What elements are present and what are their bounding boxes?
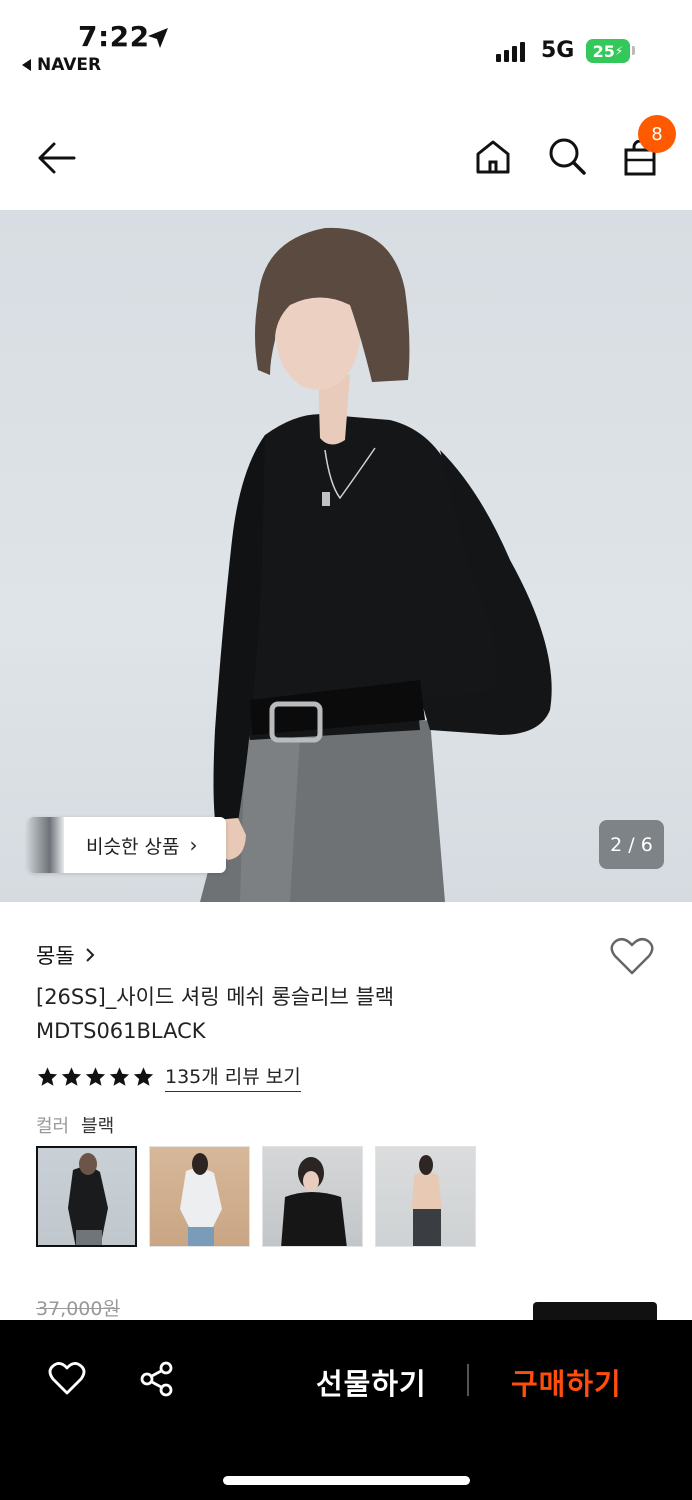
battery-tip: [632, 46, 635, 55]
star-icon: [37, 1067, 58, 1086]
color-value: 블랙: [81, 1116, 115, 1137]
status-bar: 7:22 NAVER 5G 25 ⚡: [0, 0, 692, 90]
star-icon: [109, 1067, 130, 1086]
heart-icon: [48, 1362, 86, 1395]
color-swatch-beige[interactable]: [375, 1146, 476, 1247]
image-page-counter: 2 / 6: [599, 820, 664, 869]
similar-thumbnail: [28, 817, 64, 873]
battery-icon: 25 ⚡: [586, 39, 630, 63]
chevron-right-icon: ›: [189, 833, 198, 857]
product-title: [26SS]_사이드 셔링 메쉬 롱슬리브 블랙 MDTS061BLACK: [36, 980, 596, 1048]
chevron-right-icon: [85, 948, 95, 962]
home-icon: [476, 140, 510, 174]
bottom-divider: [467, 1364, 469, 1396]
rating-row: 135개 리뷰 보기: [36, 1062, 301, 1092]
location-arrow-icon: [148, 28, 168, 48]
home-button[interactable]: [474, 138, 512, 176]
star-icon: [85, 1067, 106, 1086]
battery-level: 25: [592, 41, 615, 61]
status-time: 7:22: [78, 20, 150, 53]
original-price: 37,000원: [36, 1298, 120, 1320]
star-icon: [61, 1067, 82, 1086]
back-to-app-link[interactable]: NAVER: [22, 55, 101, 75]
signal-icon: [496, 42, 525, 62]
bottom-wishlist-button[interactable]: [48, 1360, 86, 1400]
home-indicator[interactable]: [223, 1476, 470, 1485]
similar-label: 비슷한 상품: [86, 835, 180, 858]
product-title-line1: [26SS]_사이드 셔링 메쉬 롱슬리브 블랙: [36, 985, 395, 1009]
share-icon: [140, 1361, 173, 1397]
top-nav: [0, 110, 692, 206]
color-swatch-black-mesh[interactable]: [262, 1146, 363, 1247]
color-swatches: [36, 1146, 476, 1247]
search-icon: [549, 138, 586, 175]
product-image[interactable]: [0, 210, 692, 902]
buy-button[interactable]: 구매하기: [511, 1361, 622, 1403]
color-row: 컬러 블랙: [36, 1112, 114, 1138]
bottom-action-bar: [0, 1320, 692, 1500]
heart-icon: [610, 937, 654, 975]
rating-stars: [36, 1066, 155, 1088]
color-swatch-white[interactable]: [149, 1146, 250, 1247]
back-arrow-icon: [38, 142, 76, 174]
gift-button[interactable]: 선물하기: [316, 1361, 427, 1403]
color-label: 컬러: [36, 1116, 70, 1137]
back-triangle-icon: [22, 59, 31, 71]
brand-link[interactable]: 몽돌: [36, 940, 95, 970]
star-icon: [133, 1067, 154, 1086]
brand-name: 몽돌: [36, 944, 75, 968]
cart-count-badge: 8: [638, 115, 676, 153]
product-title-line2: MDTS061BLACK: [36, 1019, 206, 1043]
color-swatch-black[interactable]: [36, 1146, 137, 1247]
network-label: 5G: [541, 38, 575, 63]
similar-products-button[interactable]: 비슷한 상품 ›: [28, 817, 226, 873]
back-button[interactable]: [34, 138, 78, 178]
review-link[interactable]: 135개 리뷰 보기: [165, 1062, 301, 1092]
share-button[interactable]: [138, 1360, 176, 1402]
wishlist-button[interactable]: [610, 936, 654, 980]
search-button[interactable]: [547, 136, 587, 176]
model-photo: [200, 227, 552, 902]
back-app-label: NAVER: [37, 55, 102, 75]
